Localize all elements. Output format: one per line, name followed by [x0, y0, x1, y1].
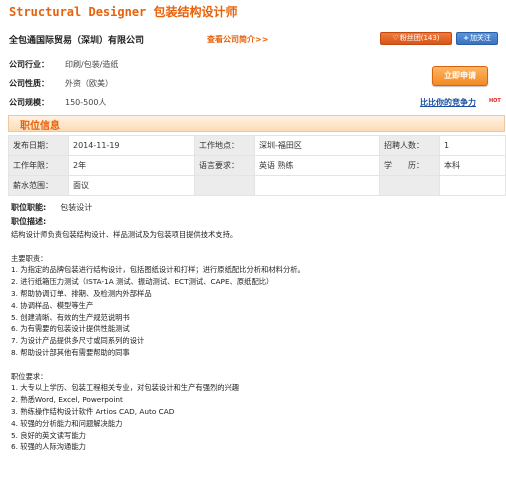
- description-line: 5. 良好的英文读写能力: [11, 430, 86, 440]
- description-line: 4. 较强的分析能力和问题解决能力: [11, 418, 123, 428]
- table-row: 发布日期： 2014-11-19 工作地点： 深圳-福田区 招聘人数： 1: [8, 135, 506, 156]
- section-title: 职位信息: [20, 121, 60, 132]
- description-line: 结构设计师负责包装结构设计、样品测试及为包装项目提供技术支持。: [11, 230, 238, 239]
- table-row: 工作年限： 2年 语言要求： 英语 熟练 学 历： 本科: [8, 155, 506, 176]
- table-row: 薪水范围： 面议: [8, 175, 506, 196]
- info-label: 公司性质：: [9, 79, 49, 88]
- table-key: 学 历：: [379, 155, 440, 176]
- table-key: [194, 175, 255, 196]
- table-value: 2年: [68, 155, 195, 176]
- description-line: 4. 协调样品、模型等生产: [11, 300, 94, 310]
- job-function-value: 包装设计: [60, 203, 93, 212]
- company-industry-row: 公司行业： 印刷/包装/造纸: [9, 59, 118, 70]
- description-line: 7. 为设计产品提供多尺寸或同系列的设计: [11, 336, 145, 346]
- description-line: 2. 进行纸箱压力测试（ISTA-1A 测试、振动测试、ECT测试、CAPE、原…: [11, 277, 274, 287]
- info-value: 150-500人: [65, 98, 107, 107]
- view-company-profile-link[interactable]: 查看公司简介>>: [207, 34, 268, 45]
- job-description-label: 职位描述:: [11, 217, 47, 226]
- info-label: 公司规模：: [9, 98, 49, 107]
- description-line: 2. 熟悉Word, Excel, Powerpoint: [11, 395, 123, 405]
- description-line: 8. 帮助设计部其他有需要帮助的同事: [11, 347, 130, 357]
- table-key: 工作地点：: [194, 135, 255, 156]
- company-type-row: 公司性质： 外资（欧美）: [9, 78, 113, 89]
- description-line: 1. 大专以上学历、包装工程相关专业，对包装设计和生产有强烈的兴趣: [11, 383, 240, 393]
- table-key: 工作年限：: [8, 155, 69, 176]
- description-line: 1. 为指定的品牌包装进行结构设计，包括图纸设计和打样；进行原纸配比分析和材料分…: [11, 265, 305, 275]
- table-value: [254, 175, 380, 196]
- hot-badge: HOT: [489, 98, 501, 104]
- section-header: 职位信息: [8, 115, 505, 132]
- table-key: [379, 175, 440, 196]
- description-line: 6. 较强的人际沟通能力: [11, 442, 86, 452]
- description-line: 3. 熟练操作结构设计软件 Artios CAD, Auto CAD: [11, 406, 175, 416]
- table-key: 发布日期：: [8, 135, 69, 156]
- description-line: 主要职责：: [11, 253, 48, 263]
- description-line: 6. 为有需要的包装设计提供性能测试: [11, 324, 130, 334]
- job-function-row: 职位职能: 包装设计: [11, 202, 92, 213]
- job-title: Structural Designer 包装结构设计师: [9, 5, 238, 19]
- fans-club-button[interactable]: ♡粉丝团(143): [380, 32, 452, 45]
- follow-label: 加关注: [469, 34, 491, 42]
- description-line: 职位要求：: [11, 371, 48, 381]
- compare-competitiveness-link[interactable]: 比比你的竞争力: [420, 97, 476, 108]
- description-line: 5. 创建清晰、有效的生产规范说明书: [11, 312, 130, 322]
- job-function-label: 职位职能:: [11, 203, 47, 212]
- description-line: 3. 帮助协调订单、排期、及检测内外部样品: [11, 288, 152, 298]
- heart-icon: ♡: [392, 34, 399, 42]
- info-label: 公司行业：: [9, 60, 49, 69]
- table-key: 招聘人数：: [379, 135, 440, 156]
- follow-button[interactable]: +加关注: [456, 32, 498, 45]
- info-value: 印刷/包装/造纸: [65, 60, 119, 69]
- table-value: 1: [439, 135, 506, 156]
- table-value: [439, 175, 506, 196]
- description-line: [11, 359, 305, 371]
- plus-icon: +: [463, 34, 469, 42]
- table-value: 本科: [439, 155, 506, 176]
- apply-now-button[interactable]: 立即申请: [432, 66, 488, 86]
- table-value: 深圳-福田区: [254, 135, 380, 156]
- job-description: 结构设计师负责包装结构设计、样品测试及为包装项目提供技术支持。 主要职责： 1. 为…: [11, 229, 305, 453]
- company-name[interactable]: 全包通国际贸易（深圳）有限公司: [9, 33, 144, 46]
- table-key: 语言要求：: [194, 155, 255, 176]
- info-value: 外资（欧美）: [65, 79, 113, 88]
- job-info-table: 发布日期： 2014-11-19 工作地点： 深圳-福田区 招聘人数： 1 工作…: [8, 135, 506, 196]
- fans-club-label: 粉丝团(143): [399, 34, 440, 42]
- table-value: 2014-11-19: [68, 135, 195, 156]
- table-value: 英语 熟练: [254, 155, 380, 176]
- description-line: [11, 241, 305, 253]
- table-key: 薪水范围：: [8, 175, 69, 196]
- table-value: 面议: [68, 175, 195, 196]
- company-size-row: 公司规模： 150-500人: [9, 97, 106, 108]
